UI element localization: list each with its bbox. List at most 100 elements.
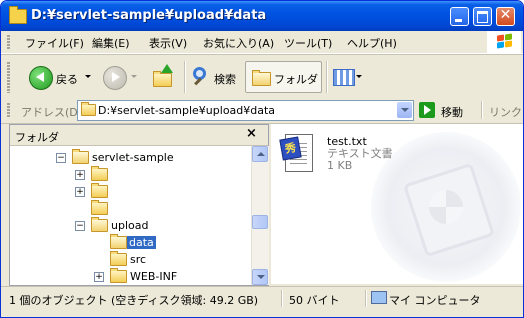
explorer-window: D:¥servlet-sample¥upload¥data ✕ ファイル(F) …: [0, 0, 524, 318]
views-button[interactable]: [330, 61, 364, 93]
tree-item-label: WEB-INF: [130, 270, 178, 283]
expand-icon[interactable]: +: [75, 170, 85, 180]
minimize-button[interactable]: [450, 7, 469, 26]
back-button[interactable]: 戻る: [25, 61, 95, 93]
back-dropdown-icon[interactable]: [85, 75, 91, 78]
scroll-thumb[interactable]: [252, 215, 268, 229]
folder-pane-header: フォルダ ×: [10, 125, 268, 146]
status-bar: 1 個のオブジェクト (空きディスク領域: 49.2 GB) 50 バイト マイ…: [1, 286, 523, 310]
scroll-up-button[interactable]: [252, 146, 268, 162]
address-grip[interactable]: [7, 102, 10, 118]
folder-icon: [81, 102, 96, 116]
back-label: 戻る: [56, 73, 78, 86]
address-value: D:¥servlet-sample¥upload¥data: [98, 104, 276, 117]
address-bar: アドレス(D) D:¥servlet-sample¥upload¥data 移動…: [1, 98, 523, 124]
expand-icon[interactable]: +: [75, 187, 85, 197]
forward-dropdown-icon[interactable]: [131, 75, 137, 78]
notepad-badge-icon: 秀: [279, 136, 302, 161]
folder-watermark-icon: [371, 132, 521, 282]
file-list-view[interactable]: 秀 test.txt テキスト文書 1 KB: [271, 124, 523, 284]
windows-logo-icon: [487, 31, 521, 53]
tree-item-web-inf[interactable]: + WEB-INF: [10, 268, 250, 285]
status-divider: [281, 290, 283, 307]
tree-item-label: upload: [111, 219, 149, 232]
tree-item-src[interactable]: src: [10, 251, 250, 268]
tree-item-upload[interactable]: − upload: [10, 217, 250, 234]
menu-bar: ファイル(F) 編集(E) 表示(V) お気に入り(A) ツール(T) ヘルプ(…: [1, 31, 523, 54]
tree-item-unnamed-1[interactable]: +: [10, 166, 250, 183]
status-divider: [365, 290, 367, 307]
folder-icon: [110, 268, 127, 283]
views-dropdown-icon[interactable]: [356, 75, 362, 78]
window-bottom-edge: [1, 309, 523, 317]
go-button[interactable]: 移動: [441, 104, 463, 120]
folder-open-icon: [110, 234, 127, 249]
tree-item-servlet-sample[interactable]: − servlet-sample: [10, 149, 250, 166]
tree-item-data[interactable]: data: [10, 234, 250, 251]
title-bar[interactable]: D:¥servlet-sample¥upload¥data ✕: [1, 1, 523, 31]
menu-favorites[interactable]: お気に入り(A): [203, 35, 274, 51]
go-arrow-icon[interactable]: [419, 102, 435, 118]
views-icon: [333, 69, 355, 86]
folder-pane-title: フォルダ: [15, 131, 59, 144]
address-separator: [481, 101, 483, 119]
address-dropdown-button[interactable]: [397, 102, 412, 118]
search-button[interactable]: 検索: [188, 61, 242, 93]
status-object-count: 1 個のオブジェクト (空きディスク領域: 49.2 GB): [9, 294, 259, 307]
collapse-icon[interactable]: −: [75, 221, 85, 231]
up-folder-button[interactable]: [147, 61, 179, 93]
status-size: 50 バイト: [289, 294, 340, 307]
tree-item-unnamed-3[interactable]: [10, 200, 250, 217]
status-zone: マイ コンピュータ: [389, 294, 481, 307]
menu-help[interactable]: ヘルプ(H): [347, 35, 397, 51]
menu-view[interactable]: 表示(V): [149, 35, 187, 51]
standard-toolbar: 戻る 検索 フォルダ: [1, 54, 523, 99]
folder-tree: − servlet-sample + + − upload data src +…: [10, 146, 251, 285]
window-title: D:¥servlet-sample¥upload¥data: [31, 8, 267, 23]
folder-icon: [110, 251, 127, 266]
close-icon: ✕: [499, 7, 512, 23]
search-label: 検索: [214, 73, 236, 86]
folder-open-icon: [72, 149, 89, 164]
tree-item-label: src: [130, 253, 147, 266]
up-arrow-icon: [161, 64, 173, 73]
folders-button[interactable]: フォルダ: [245, 61, 322, 93]
folder-open-icon: [91, 217, 108, 232]
address-input[interactable]: D:¥servlet-sample¥upload¥data: [77, 100, 414, 121]
menu-tools[interactable]: ツール(T): [284, 35, 332, 51]
toolbar-grip[interactable]: [7, 61, 10, 93]
folders-label: フォルダ: [274, 73, 318, 86]
folder-pane-close-button[interactable]: ×: [246, 126, 257, 141]
menu-file[interactable]: ファイル(F): [25, 35, 84, 51]
folder-icon: [9, 6, 27, 24]
file-size: 1 KB: [327, 159, 353, 172]
forward-arrow-glyph: [112, 72, 120, 82]
folder-icon: [91, 166, 108, 181]
scroll-down-button[interactable]: [252, 269, 268, 285]
menu-edit[interactable]: 編集(E): [92, 35, 130, 51]
up-folder-icon: [153, 71, 172, 87]
folders-icon: [252, 70, 271, 86]
text-document-icon[interactable]: 秀: [279, 134, 313, 174]
expand-icon[interactable]: +: [94, 272, 104, 282]
close-button[interactable]: ✕: [496, 7, 515, 26]
maximize-icon: [477, 11, 488, 23]
tree-item-label: data: [127, 236, 156, 249]
forward-button[interactable]: [99, 61, 141, 93]
links-label[interactable]: リンク: [489, 104, 522, 120]
toolbar-separator: [184, 61, 186, 93]
minimize-icon: [455, 19, 462, 22]
my-computer-icon: [371, 291, 387, 304]
address-label: アドレス(D): [21, 106, 83, 119]
menu-grip[interactable]: [7, 34, 10, 50]
folder-icon: [91, 183, 108, 198]
tree-item-label: servlet-sample: [92, 151, 174, 164]
folder-icon: [91, 200, 108, 215]
collapse-icon[interactable]: −: [56, 153, 66, 163]
folder-tree-scrollbar[interactable]: [251, 146, 269, 285]
back-arrow-glyph: [36, 72, 44, 82]
folder-tree-pane: フォルダ × − servlet-sample + + − upload dat…: [9, 124, 269, 286]
toolbar-separator: [326, 61, 328, 93]
tree-item-unnamed-2[interactable]: +: [10, 183, 250, 200]
maximize-button[interactable]: [473, 7, 492, 26]
